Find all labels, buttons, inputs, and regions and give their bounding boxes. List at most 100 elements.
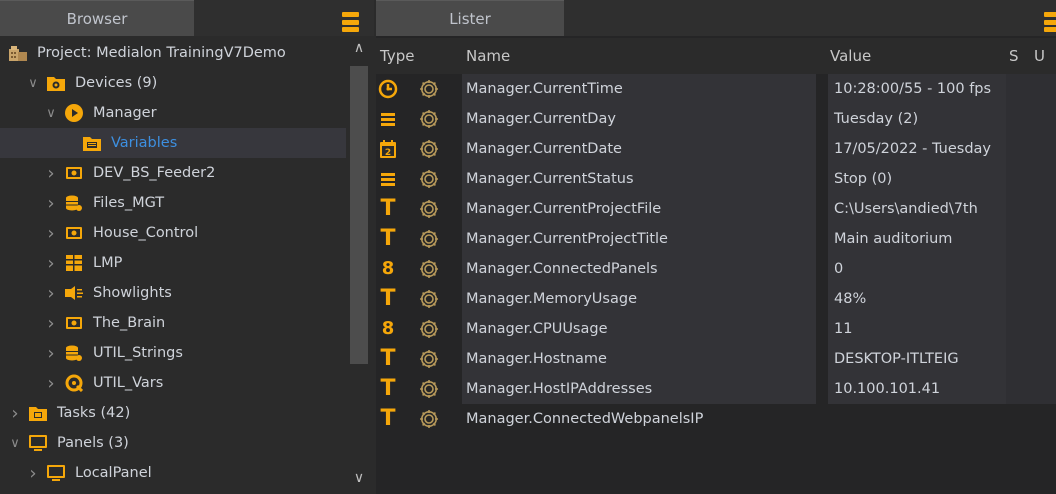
tree-node[interactable]: ∨ Panels (3) xyxy=(0,428,346,458)
variable-name: Manager.CurrentProjectFile xyxy=(462,194,816,224)
browser-scrollbar[interactable]: ∧ ∨ xyxy=(346,38,372,494)
chevron-down-icon[interactable]: ∨ xyxy=(26,76,40,91)
scroll-down-icon[interactable]: ∨ xyxy=(346,470,372,486)
chevron-right-icon[interactable]: › xyxy=(44,193,58,214)
table-row[interactable]: 8 Manager.ConnectedPanels 0 xyxy=(376,254,1056,284)
browser-tab[interactable]: Browser xyxy=(0,0,194,36)
variables-folder-icon xyxy=(82,134,102,152)
gear-icon xyxy=(418,108,440,130)
gear-icon xyxy=(418,408,440,430)
variable-name: Manager.HostIPAddresses xyxy=(462,374,816,404)
tree-node[interactable]: Project: Medialon TrainingV7Demo xyxy=(0,38,346,68)
tree-node[interactable]: › UTIL_Strings xyxy=(0,338,346,368)
variable-name: Manager.Hostname xyxy=(462,344,816,374)
table-row[interactable]: T Manager.Hostname DESKTOP-ITLTEIG xyxy=(376,344,1056,374)
tree-node[interactable]: › Showlights xyxy=(0,278,346,308)
chevron-right-icon[interactable]: › xyxy=(44,313,58,334)
tree-node-label: The_Brain xyxy=(93,315,166,331)
variable-value: Main auditorium xyxy=(828,224,1006,254)
tree-node[interactable]: › LocalPanel xyxy=(0,458,346,488)
variable-value: 17/05/2022 - Tuesday xyxy=(828,134,1006,164)
table-row[interactable]: T Manager.ConnectedWebpanelsIP xyxy=(376,404,1056,434)
chevron-right-icon[interactable]: › xyxy=(44,343,58,364)
panel-icon xyxy=(46,464,66,482)
table-row[interactable]: Manager.CurrentStatus Stop (0) xyxy=(376,164,1056,194)
chevron-right-icon[interactable]: › xyxy=(44,163,58,184)
tree-node[interactable]: › The_Brain xyxy=(0,308,346,338)
su-cell xyxy=(1006,374,1056,404)
table-row[interactable]: T Manager.MemoryUsage 48% xyxy=(376,284,1056,314)
tree-node[interactable]: › Files_MGT xyxy=(0,188,346,218)
variable-value: 10.100.101.41 xyxy=(828,374,1006,404)
chevron-right-icon[interactable]: › xyxy=(44,223,58,244)
tree-node[interactable]: › UTIL_Vars xyxy=(0,368,346,398)
gear-icon xyxy=(418,138,440,160)
tree-node[interactable]: › LMP xyxy=(0,248,346,278)
chevron-right-icon[interactable]: › xyxy=(8,403,22,424)
browser-tree: Project: Medialon TrainingV7Demo ∨ Devices… xyxy=(0,38,346,494)
gear-icon xyxy=(418,78,440,100)
tree-node[interactable]: › House_Control xyxy=(0,218,346,248)
gear-icon xyxy=(418,258,440,280)
files-icon xyxy=(64,344,84,362)
tree-node[interactable]: ›MainControl xyxy=(0,488,346,494)
tree-node[interactable]: ∨ Manager xyxy=(0,98,346,128)
variable-name: Manager.ConnectedPanels xyxy=(462,254,816,284)
gear-icon xyxy=(418,348,440,370)
lmp-icon xyxy=(64,254,84,272)
column-name[interactable]: Name xyxy=(466,38,510,74)
su-cell xyxy=(1006,74,1056,104)
tree-node-label: UTIL_Strings xyxy=(93,345,183,361)
lister-menu-icon[interactable] xyxy=(1044,12,1056,32)
table-row[interactable]: 2 Manager.CurrentDate 17/05/2022 - Tuesday xyxy=(376,134,1056,164)
su-cell xyxy=(1006,194,1056,224)
chevron-right-icon[interactable]: › xyxy=(44,253,58,274)
column-s[interactable]: S xyxy=(1009,38,1019,74)
variable-value: Stop (0) xyxy=(828,164,1006,194)
tree-node[interactable]: Variables xyxy=(0,128,346,158)
variable-name: Manager.ConnectedWebpanelsIP xyxy=(466,411,704,427)
variable-value: Tuesday (2) xyxy=(828,104,1006,134)
date-icon: 2 xyxy=(378,139,398,159)
su-cell xyxy=(1006,284,1056,314)
files-icon xyxy=(64,194,84,212)
table-row[interactable]: 8 Manager.CPUUsage 11 xyxy=(376,314,1056,344)
table-row[interactable]: T Manager.HostIPAddresses 10.100.101.41 xyxy=(376,374,1056,404)
variable-name: Manager.CPUUsage xyxy=(462,314,816,344)
scroll-up-icon[interactable]: ∧ xyxy=(346,40,372,56)
lister-tab[interactable]: Lister xyxy=(376,0,564,36)
table-row[interactable]: Manager.CurrentTime 10:28:00/55 - 100 fps xyxy=(376,74,1056,104)
util-vars-icon xyxy=(64,374,84,392)
variable-value: 0 xyxy=(828,254,1006,284)
enum-icon xyxy=(378,169,398,189)
column-value[interactable]: Value xyxy=(830,38,871,74)
chevron-right-icon[interactable]: › xyxy=(44,373,58,394)
table-row[interactable]: Manager.CurrentDay Tuesday (2) xyxy=(376,104,1056,134)
tree-node[interactable]: › Tasks (42) xyxy=(0,398,346,428)
text-icon: T xyxy=(380,196,396,221)
tree-node-label: Devices (9) xyxy=(75,75,158,91)
table-row[interactable]: T Manager.CurrentProjectTitle Main auditor… xyxy=(376,224,1056,254)
chevron-down-icon[interactable]: ∨ xyxy=(44,106,58,121)
lister-tabbar: Lister xyxy=(376,0,1056,36)
column-type[interactable]: Type xyxy=(380,38,414,74)
tree-node-label: LocalPanel xyxy=(75,465,152,481)
chevron-right-icon[interactable]: › xyxy=(26,463,40,484)
browser-menu-icon[interactable] xyxy=(342,12,359,32)
chevron-down-icon[interactable]: ∨ xyxy=(8,436,22,451)
project-icon xyxy=(8,44,28,62)
column-u[interactable]: U xyxy=(1034,38,1045,74)
su-cell xyxy=(1006,254,1056,284)
variable-value: 11 xyxy=(828,314,1006,344)
tree-node[interactable]: ∨ Devices (9) xyxy=(0,68,346,98)
variable-name: Manager.MemoryUsage xyxy=(462,284,816,314)
enum-icon xyxy=(378,109,398,129)
tree-node[interactable]: › DEV_BS_Feeder2 xyxy=(0,158,346,188)
variable-name: Manager.CurrentDate xyxy=(462,134,816,164)
chevron-right-icon[interactable]: › xyxy=(44,283,58,304)
scroll-thumb[interactable] xyxy=(350,66,368,364)
table-row[interactable]: T Manager.CurrentProjectFile C:\Users\andi… xyxy=(376,194,1056,224)
tree-node-label: DEV_BS_Feeder2 xyxy=(93,165,216,181)
browser-panel: Browser Project: Medialon TrainingV7Demo… xyxy=(0,0,374,494)
integer-icon: 8 xyxy=(381,258,395,279)
